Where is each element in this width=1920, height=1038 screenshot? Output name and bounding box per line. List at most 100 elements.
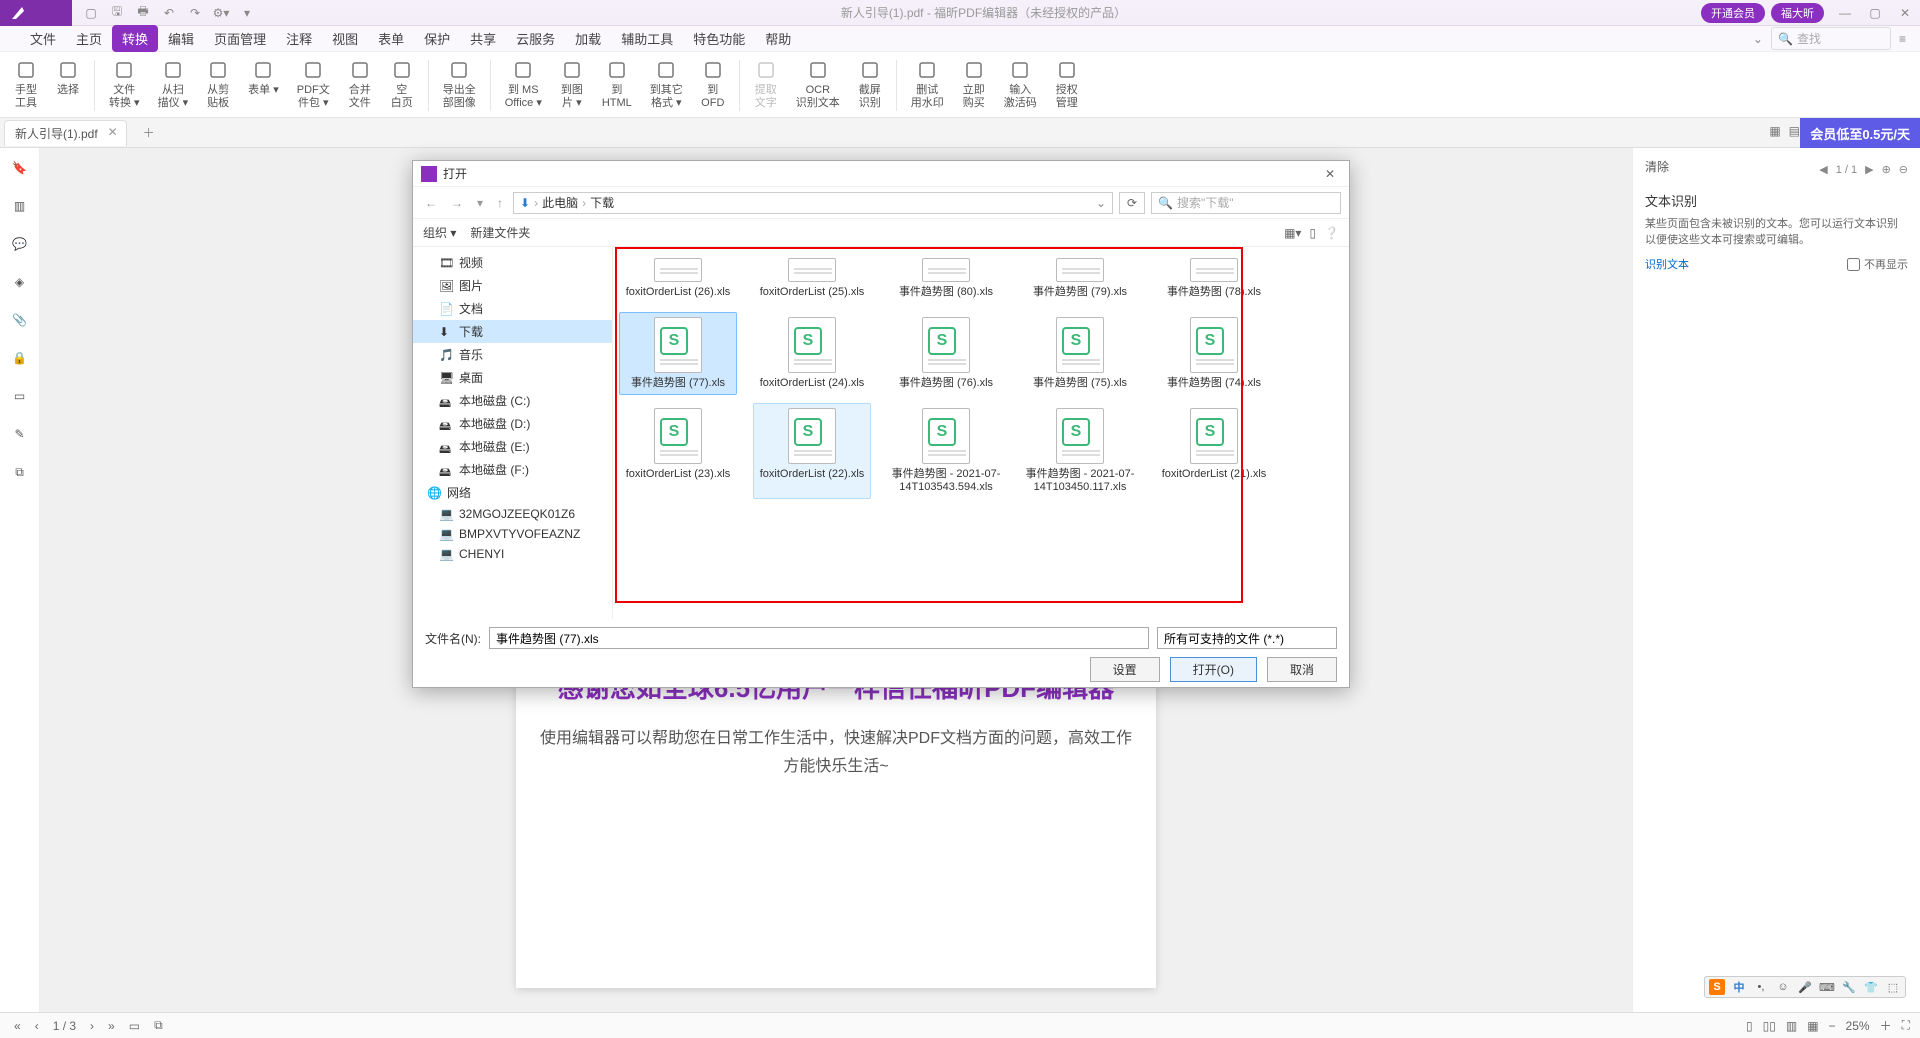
menu-item[interactable]: 保护 bbox=[414, 25, 460, 52]
file-item[interactable]: S事件趋势图 (75).xls bbox=[1021, 312, 1139, 395]
menu-item[interactable]: 特色功能 bbox=[683, 25, 755, 52]
ribbon-button[interactable]: 合并 文件 bbox=[340, 56, 380, 115]
view-facing-icon[interactable]: ▥ bbox=[1786, 1019, 1797, 1033]
nav-up-icon[interactable]: ↑ bbox=[493, 196, 507, 210]
view-mode-icon[interactable]: ▦▾ bbox=[1284, 226, 1301, 240]
file-item[interactable]: SfoxitOrderList (21).xls bbox=[1155, 403, 1273, 499]
prev-page-icon[interactable]: ‹ bbox=[31, 1019, 43, 1033]
fullscreen-icon[interactable]: ⛶ bbox=[1902, 1018, 1910, 1033]
file-item[interactable]: SfoxitOrderList (22).xls bbox=[753, 403, 871, 499]
file-item[interactable]: SfoxitOrderList (25).xls bbox=[753, 253, 871, 304]
tree-item[interactable]: 🖴本地磁盘 (D:) bbox=[413, 412, 612, 435]
clear-button[interactable]: 清除 bbox=[1645, 158, 1669, 175]
new-folder-button[interactable]: 新建文件夹 bbox=[470, 224, 530, 241]
ribbon-button[interactable]: 到 HTML bbox=[594, 56, 640, 115]
menu-item[interactable]: 主页 bbox=[66, 25, 112, 52]
open-icon[interactable]: ▢ bbox=[82, 4, 100, 22]
tree-item[interactable]: 🎞视频 bbox=[413, 251, 612, 274]
signature-icon[interactable]: ▭ bbox=[10, 386, 30, 406]
grid-view-icon[interactable]: ▦ bbox=[1769, 124, 1780, 138]
document-tab[interactable]: 新人引导(1).pdf ✕ bbox=[4, 120, 127, 146]
ribbon-button[interactable]: 到 MS Office ▾ bbox=[497, 56, 550, 115]
ribbon-button[interactable]: 输入 激活码 bbox=[996, 56, 1045, 115]
view-single-icon[interactable]: ▯ bbox=[1746, 1019, 1753, 1033]
tree-item[interactable]: 💻32MGOJZEEQK01Z6 bbox=[413, 504, 612, 524]
ribbon-button[interactable]: 表单 ▾ bbox=[240, 56, 287, 115]
layers-icon[interactable]: ◈ bbox=[10, 272, 30, 292]
ribbon-button[interactable]: 选择 bbox=[48, 56, 88, 115]
nav-forward-icon[interactable]: → bbox=[447, 196, 467, 210]
close-button[interactable]: ✕ bbox=[1890, 6, 1920, 20]
ime-button[interactable]: •, bbox=[1753, 979, 1769, 995]
ribbon-button[interactable]: 到 OFD bbox=[693, 56, 733, 115]
file-item[interactable]: S事件趋势图 (78).xls bbox=[1155, 253, 1273, 304]
open-button[interactable]: 打开(O) bbox=[1170, 657, 1257, 682]
ribbon-button[interactable]: 立即 购买 bbox=[954, 56, 994, 115]
minimize-button[interactable]: — bbox=[1830, 6, 1860, 20]
ribbon-button[interactable]: 从剪 贴板 bbox=[198, 56, 238, 115]
settings-button[interactable]: 设置 bbox=[1090, 657, 1160, 682]
refresh-button[interactable]: ⟳ bbox=[1119, 192, 1145, 214]
dont-show-checkbox-input[interactable] bbox=[1847, 258, 1860, 271]
tree-item[interactable]: 🌐网络 bbox=[413, 481, 612, 504]
nav-back-icon[interactable]: ← bbox=[421, 196, 441, 210]
dialog-search-input[interactable]: 🔍 搜索"下载" bbox=[1151, 192, 1341, 214]
ime-button[interactable]: ⬚ bbox=[1885, 979, 1901, 995]
redo-icon[interactable]: ↷ bbox=[186, 4, 204, 22]
compare-icon[interactable]: ✎ bbox=[10, 424, 30, 444]
ime-button[interactable]: 🔧 bbox=[1841, 979, 1857, 995]
ribbon-button[interactable]: 手型 工具 bbox=[6, 56, 46, 115]
comments-icon[interactable]: 💬 bbox=[10, 234, 30, 254]
undo-icon[interactable]: ↶ bbox=[160, 4, 178, 22]
nav-extra2-icon[interactable]: ⧉ bbox=[150, 1018, 167, 1033]
ribbon-collapse-icon[interactable]: ⌄ bbox=[1753, 32, 1763, 46]
crumb-pc[interactable]: 此电脑 bbox=[542, 194, 578, 211]
qat-dropdown-icon[interactable]: ▾ bbox=[238, 4, 256, 22]
ime-button[interactable]: ☺ bbox=[1775, 979, 1791, 995]
tree-item[interactable]: 💻BMPXVTYVOFEAZNZ bbox=[413, 524, 612, 544]
help-icon[interactable]: ❔ bbox=[1324, 226, 1339, 240]
menu-search-input[interactable]: 🔍 查找 bbox=[1771, 27, 1891, 50]
security-icon[interactable]: 🔒 bbox=[10, 348, 30, 368]
next-page-icon[interactable]: › bbox=[86, 1019, 98, 1033]
tree-item[interactable]: ⬇下载 bbox=[413, 320, 612, 343]
file-item[interactable]: SfoxitOrderList (24).xls bbox=[753, 312, 871, 395]
tree-item[interactable]: 📄文档 bbox=[413, 297, 612, 320]
ime-button[interactable]: ⌨ bbox=[1819, 979, 1835, 995]
ribbon-button[interactable]: 空 白页 bbox=[382, 56, 422, 115]
cancel-button[interactable]: 取消 bbox=[1267, 657, 1337, 682]
menu-item[interactable]: 云服务 bbox=[506, 25, 565, 52]
promo-banner[interactable]: 会员低至0.5元/天 bbox=[1800, 118, 1920, 148]
file-item[interactable]: S事件趋势图 (80).xls bbox=[887, 253, 1005, 304]
ribbon-button[interactable]: 删试 用水印 bbox=[903, 56, 952, 115]
nav-extra-icon[interactable]: ▭ bbox=[125, 1019, 144, 1033]
tree-item[interactable]: 🖴本地磁盘 (E:) bbox=[413, 435, 612, 458]
ribbon-button[interactable]: OCR 识别文本 bbox=[788, 56, 848, 115]
tree-item[interactable]: 💻CHENYI bbox=[413, 544, 612, 564]
ribbon-button[interactable]: PDF文 件包 ▾ bbox=[289, 56, 338, 115]
upgrade-button[interactable]: 开通会员 bbox=[1701, 3, 1765, 23]
ime-button[interactable]: 🎤 bbox=[1797, 979, 1813, 995]
pager-prev-icon[interactable]: ◀ bbox=[1819, 163, 1827, 176]
tree-item[interactable]: 🖥桌面 bbox=[413, 366, 612, 389]
more-panels-icon[interactable]: ⧉ bbox=[10, 462, 30, 482]
file-item[interactable]: S事件趋势图 - 2021-07-14T103450.117.xls bbox=[1021, 403, 1139, 499]
menu-item[interactable]: 辅助工具 bbox=[611, 25, 683, 52]
recognize-text-link[interactable]: 识别文本 bbox=[1645, 259, 1689, 271]
menu-item[interactable]: 页面管理 bbox=[204, 25, 276, 52]
ime-button[interactable]: S bbox=[1709, 979, 1725, 995]
pager-next-icon[interactable]: ▶ bbox=[1865, 163, 1873, 176]
tree-item[interactable]: 🎵音乐 bbox=[413, 343, 612, 366]
new-tab-button[interactable]: ＋ bbox=[139, 124, 159, 141]
ime-button[interactable]: 中 bbox=[1731, 979, 1747, 995]
ribbon-button[interactable]: 截屏 识别 bbox=[850, 56, 890, 115]
zoom-in-icon[interactable]: ＋ bbox=[1880, 1017, 1892, 1034]
ribbon-button[interactable]: 导出全 部图像 bbox=[435, 56, 484, 115]
menu-item[interactable]: 注释 bbox=[276, 25, 322, 52]
ribbon-button[interactable]: 到图 片 ▾ bbox=[552, 56, 592, 115]
dont-show-checkbox[interactable]: 不再显示 bbox=[1847, 256, 1908, 272]
nav-recent-icon[interactable]: ▾ bbox=[473, 196, 487, 210]
file-item[interactable]: S事件趋势图 (77).xls bbox=[619, 312, 737, 395]
last-page-icon[interactable]: » bbox=[104, 1019, 119, 1033]
file-item[interactable]: SfoxitOrderList (23).xls bbox=[619, 403, 737, 499]
